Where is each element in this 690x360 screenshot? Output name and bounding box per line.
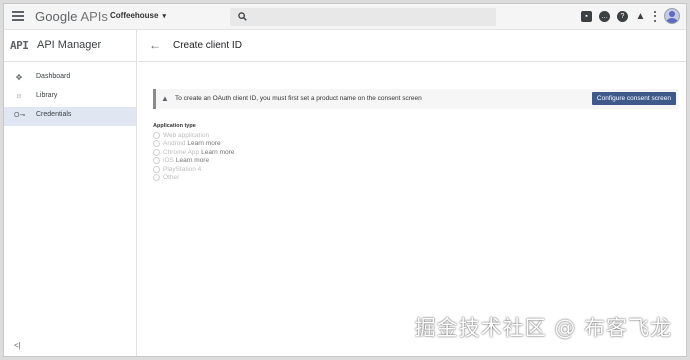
google-apis-logo[interactable]: Google APIs bbox=[35, 9, 108, 24]
radio-button[interactable] bbox=[153, 148, 160, 156]
radio-button[interactable] bbox=[153, 140, 160, 148]
option-label: Android bbox=[163, 140, 186, 148]
key-icon: O⊸ bbox=[14, 112, 26, 119]
chevron-down-icon: ▾ bbox=[162, 13, 166, 20]
sidebar: API API Manager ✥ Dashboard ⦙⦙⦙ Library … bbox=[4, 30, 137, 356]
back-arrow-icon[interactable]: ← bbox=[149, 39, 161, 51]
consent-alert: ▲ To create an OAuth client ID, you must… bbox=[153, 89, 678, 109]
sidebar-item-credentials[interactable]: O⊸ Credentials bbox=[4, 107, 136, 126]
radio-button[interactable] bbox=[153, 131, 160, 139]
option-label: Other bbox=[163, 174, 180, 182]
learn-more-link[interactable]: Learn more bbox=[187, 140, 220, 147]
project-selector[interactable]: Coffeehouse ▾ bbox=[110, 11, 166, 20]
page-header: ← Create client ID bbox=[138, 30, 686, 62]
option-label: Web application bbox=[163, 131, 210, 139]
watermark: 掘金技术社区 @ 布客飞龙 bbox=[414, 316, 672, 340]
sidebar-title: API Manager bbox=[37, 39, 102, 51]
application-type-label: Application type bbox=[153, 123, 196, 129]
library-icon: ⦙⦙⦙ bbox=[16, 94, 22, 100]
learn-more-link[interactable]: Learn more bbox=[176, 157, 209, 164]
option-label: PlayStation 4 bbox=[163, 165, 202, 173]
learn-more-link[interactable]: Learn more bbox=[201, 149, 234, 156]
search-icon bbox=[238, 12, 247, 21]
top-bar: Google APIs Coffeehouse ▾ ▪ … ? ▲ bbox=[4, 4, 686, 30]
alert-message: To create an OAuth client ID, you must f… bbox=[175, 95, 422, 102]
main-content: ← Create client ID ▲ To create an OAuth … bbox=[138, 30, 686, 356]
application-type-group: Application type Web application Android… bbox=[153, 123, 234, 182]
sidebar-item-label: Library bbox=[36, 92, 58, 99]
logo-apis-text: APIs bbox=[80, 9, 108, 24]
option-ios[interactable]: iOS Learn more bbox=[153, 157, 234, 166]
option-label: Chrome App bbox=[163, 148, 200, 156]
menu-icon[interactable] bbox=[12, 11, 24, 21]
bell-icon[interactable]: ▲ bbox=[635, 11, 646, 22]
configure-consent-screen-button[interactable]: Configure consent screen bbox=[591, 92, 676, 105]
avatar[interactable] bbox=[664, 8, 680, 24]
option-web-application[interactable]: Web application bbox=[153, 131, 234, 140]
chat-icon[interactable]: … bbox=[599, 10, 610, 22]
sidebar-item-label: Dashboard bbox=[36, 73, 71, 80]
sidebar-item-dashboard[interactable]: ✥ Dashboard bbox=[4, 69, 136, 88]
api-badge-icon: API bbox=[10, 39, 29, 52]
sidebar-header: API API Manager bbox=[4, 30, 136, 62]
page-title: Create client ID bbox=[173, 40, 242, 51]
option-label: iOS bbox=[163, 157, 174, 165]
search-input[interactable] bbox=[230, 8, 496, 26]
radio-button[interactable] bbox=[153, 174, 160, 182]
warning-icon: ▲ bbox=[161, 94, 169, 103]
radio-button[interactable] bbox=[153, 165, 160, 173]
gift-icon[interactable]: ▪ bbox=[581, 10, 592, 22]
dashboard-icon: ✥ bbox=[15, 73, 23, 82]
top-actions: ▪ … ? ▲ bbox=[581, 8, 680, 24]
sidebar-item-label: Credentials bbox=[36, 111, 72, 118]
app-window: Google APIs Coffeehouse ▾ ▪ … ? ▲ API API… bbox=[3, 3, 687, 357]
help-icon[interactable]: ? bbox=[617, 10, 628, 22]
radio-button[interactable] bbox=[153, 157, 160, 165]
project-name: Coffeehouse bbox=[110, 11, 159, 20]
more-vert-icon[interactable] bbox=[653, 10, 657, 22]
sidebar-item-library[interactable]: ⦙⦙⦙ Library bbox=[4, 88, 136, 107]
option-playstation-4[interactable]: PlayStation 4 bbox=[153, 165, 234, 174]
collapse-sidebar-icon[interactable]: <| bbox=[14, 341, 21, 350]
logo-google-text: Google bbox=[35, 9, 78, 24]
option-other[interactable]: Other bbox=[153, 174, 234, 183]
option-chrome-app[interactable]: Chrome App Learn more bbox=[153, 148, 234, 157]
option-android[interactable]: Android Learn more bbox=[153, 140, 234, 149]
